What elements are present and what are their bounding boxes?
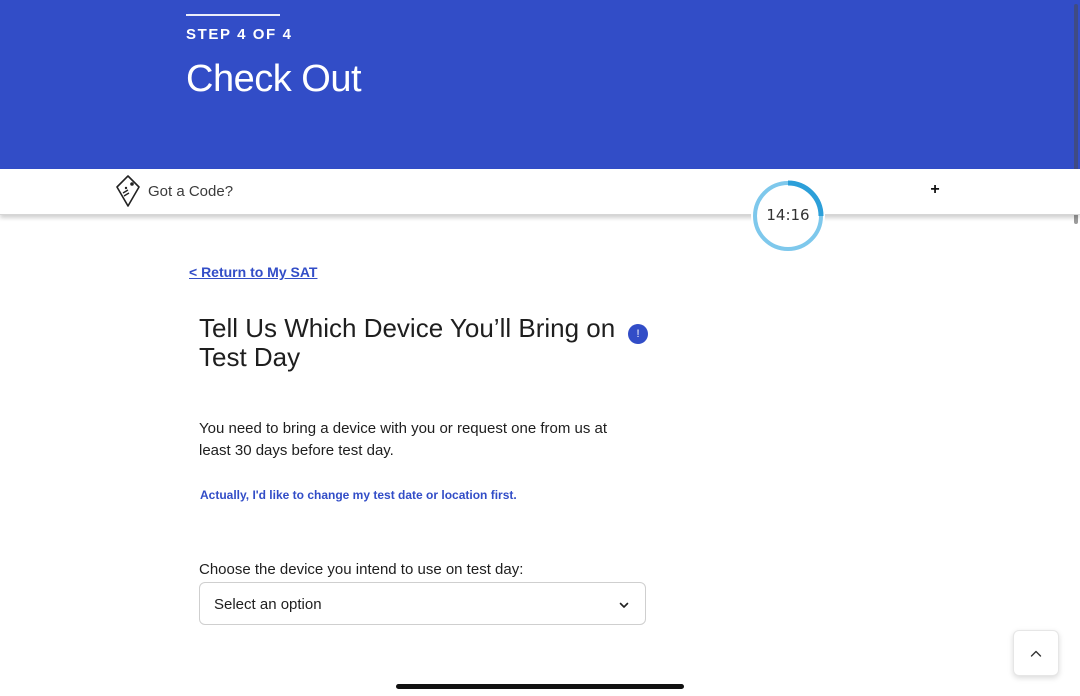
page-title: Check Out <box>186 58 362 100</box>
chevron-up-icon <box>1030 650 1042 657</box>
section-title: Tell Us Which Device You’ll Bring on Tes… <box>199 313 616 372</box>
plus-icon[interactable]: + <box>926 180 944 200</box>
tag-icon <box>114 174 142 208</box>
device-select-label: Choose the device you intend to use on t… <box>199 561 524 578</box>
chevron-down-icon <box>618 598 630 610</box>
device-select-value: Select an option <box>214 596 322 613</box>
scroll-to-top-button[interactable] <box>1013 630 1059 676</box>
timer-value: 14:16 <box>766 206 810 224</box>
return-to-my-sat-link[interactable]: < Return to My SAT <box>189 264 317 280</box>
info-icon[interactable]: ! <box>628 324 648 344</box>
device-select[interactable]: Select an option <box>199 582 646 625</box>
promo-code-button[interactable]: Got a Code? <box>114 174 233 208</box>
step-divider <box>186 14 280 16</box>
device-requirement-text: You need to bring a device with you or r… <box>199 420 608 459</box>
page-header: STEP 4 OF 4 Check Out <box>0 0 1080 169</box>
step-indicator: STEP 4 OF 4 <box>186 26 293 43</box>
session-timer: 14:16 <box>751 179 825 253</box>
promo-code-label: Got a Code? <box>148 182 234 200</box>
change-test-date-link[interactable]: Actually, I'd like to change my test dat… <box>200 488 517 502</box>
home-indicator[interactable] <box>396 684 684 689</box>
